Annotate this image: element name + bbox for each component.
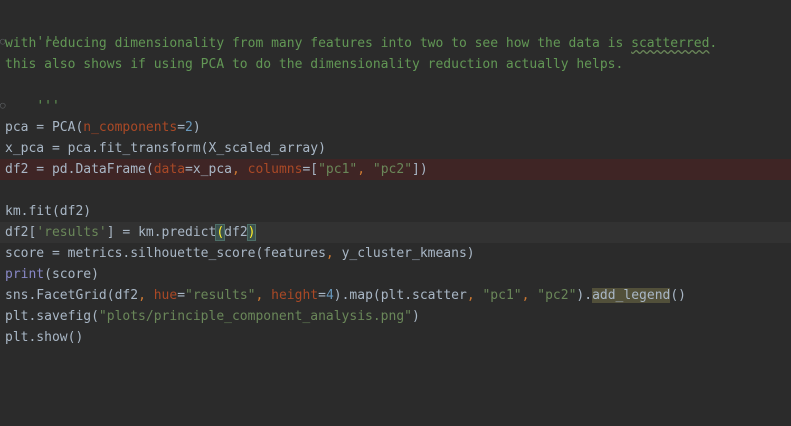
comma: , xyxy=(325,246,342,261)
code-line-docstring-1[interactable]: with reducing dimensionality from many f… xyxy=(0,33,791,54)
code-token: df2 xyxy=(224,225,248,240)
code-line-docstring-2[interactable]: this also shows if using PCA to do the d… xyxy=(0,54,791,75)
string-literal: 'results' xyxy=(36,225,107,240)
number-literal: 4 xyxy=(325,288,334,303)
code-token: km.fit(df2) xyxy=(5,204,92,219)
typo-word: scatterred xyxy=(631,36,710,51)
code-token: = xyxy=(177,120,186,135)
code-token: =[ xyxy=(302,162,319,177)
code-line-km-predict[interactable]: df2['results'] = km.predict(df2) xyxy=(0,222,791,243)
code-token: y_cluster_kmeans) xyxy=(341,246,475,261)
string-literal: "plots/principle_component_analysis.png" xyxy=(98,309,412,324)
code-token: ).map(plt.scatter xyxy=(333,288,467,303)
code-token: = xyxy=(177,288,186,303)
docstring-text-end: . xyxy=(709,36,718,51)
code-line-x-pca[interactable]: x_pca = pca.fit_transform(X_scaled_array… xyxy=(0,138,791,159)
matched-paren: ( xyxy=(215,224,226,241)
code-line-facetgrid[interactable]: sns.FacetGrid(df2, hue="results", height… xyxy=(0,285,791,306)
code-token: df2[ xyxy=(5,225,37,240)
code-token: sns.FacetGrid(df2 xyxy=(5,288,139,303)
code-token: () xyxy=(670,288,687,303)
method-usage-highlight: add_legend xyxy=(592,288,671,303)
code-line-docstring-open[interactable]: ◯ ''' xyxy=(0,11,791,50)
code-token: score = metrics.silhouette_score(feature… xyxy=(5,246,326,261)
comma: , xyxy=(255,288,272,303)
code-token: ]) xyxy=(412,162,428,177)
docstring-quote: ''' xyxy=(36,99,60,114)
code-token: df2 = pd.DataFrame( xyxy=(5,162,154,177)
fold-marker-icon[interactable]: ◯ xyxy=(0,96,6,117)
code-editor[interactable]: ◯ ''' with reducing dimensionality from m… xyxy=(0,0,791,426)
matched-paren: ) xyxy=(246,224,257,241)
code-line-df2[interactable]: df2 = pd.DataFrame(data=x_pca, columns=[… xyxy=(0,159,791,180)
code-token: ) xyxy=(192,120,201,135)
code-line-km-fit[interactable]: km.fit(df2) xyxy=(0,201,791,222)
code-token: ] = km.predict xyxy=(106,225,217,240)
comma: , xyxy=(138,288,154,303)
code-token: pca = PCA( xyxy=(5,120,84,135)
code-token: plt.savefig( xyxy=(5,309,99,324)
comma: , xyxy=(357,162,373,177)
keyword-argument: n_components xyxy=(83,120,178,135)
string-literal: "pc2" xyxy=(537,288,577,303)
code-line-savefig[interactable]: plt.savefig("plots/principle_component_a… xyxy=(0,306,791,327)
code-token: ). xyxy=(576,288,593,303)
code-line-score[interactable]: score = metrics.silhouette_score(feature… xyxy=(0,243,791,264)
string-literal: "pc1" xyxy=(482,288,522,303)
code-token: = xyxy=(318,288,326,303)
string-literal: "results" xyxy=(185,288,256,303)
keyword-argument: height xyxy=(271,288,319,303)
keyword-argument: hue xyxy=(153,288,178,303)
number-literal: 2 xyxy=(185,120,193,135)
code-token: x_pca = pca.fit_transform(X_scaled_array… xyxy=(5,141,326,156)
code-token: (score) xyxy=(44,267,99,282)
comma: , xyxy=(521,288,538,303)
code-token: plt.show() xyxy=(5,330,84,345)
comma: , xyxy=(232,162,248,177)
code-line-docstring-close[interactable]: ◯ ''' xyxy=(0,75,791,114)
string-literal: "pc1" xyxy=(318,162,358,177)
code-line-print[interactable]: print(score) xyxy=(0,264,791,285)
code-token: ) xyxy=(412,309,420,324)
keyword-argument: data xyxy=(153,162,186,177)
code-line-show[interactable]: plt.show() xyxy=(0,327,791,348)
comma: , xyxy=(466,288,483,303)
string-literal: "pc2" xyxy=(372,162,413,177)
code-token: =x_pca xyxy=(185,162,232,177)
code-line-pca[interactable]: pca = PCA(n_components=2) xyxy=(0,117,791,138)
docstring-text: with reducing dimensionality from many f… xyxy=(5,36,632,51)
builtin-function: print xyxy=(5,267,45,282)
docstring-text: this also shows if using PCA to do the d… xyxy=(5,57,624,72)
keyword-argument: columns xyxy=(247,162,303,177)
